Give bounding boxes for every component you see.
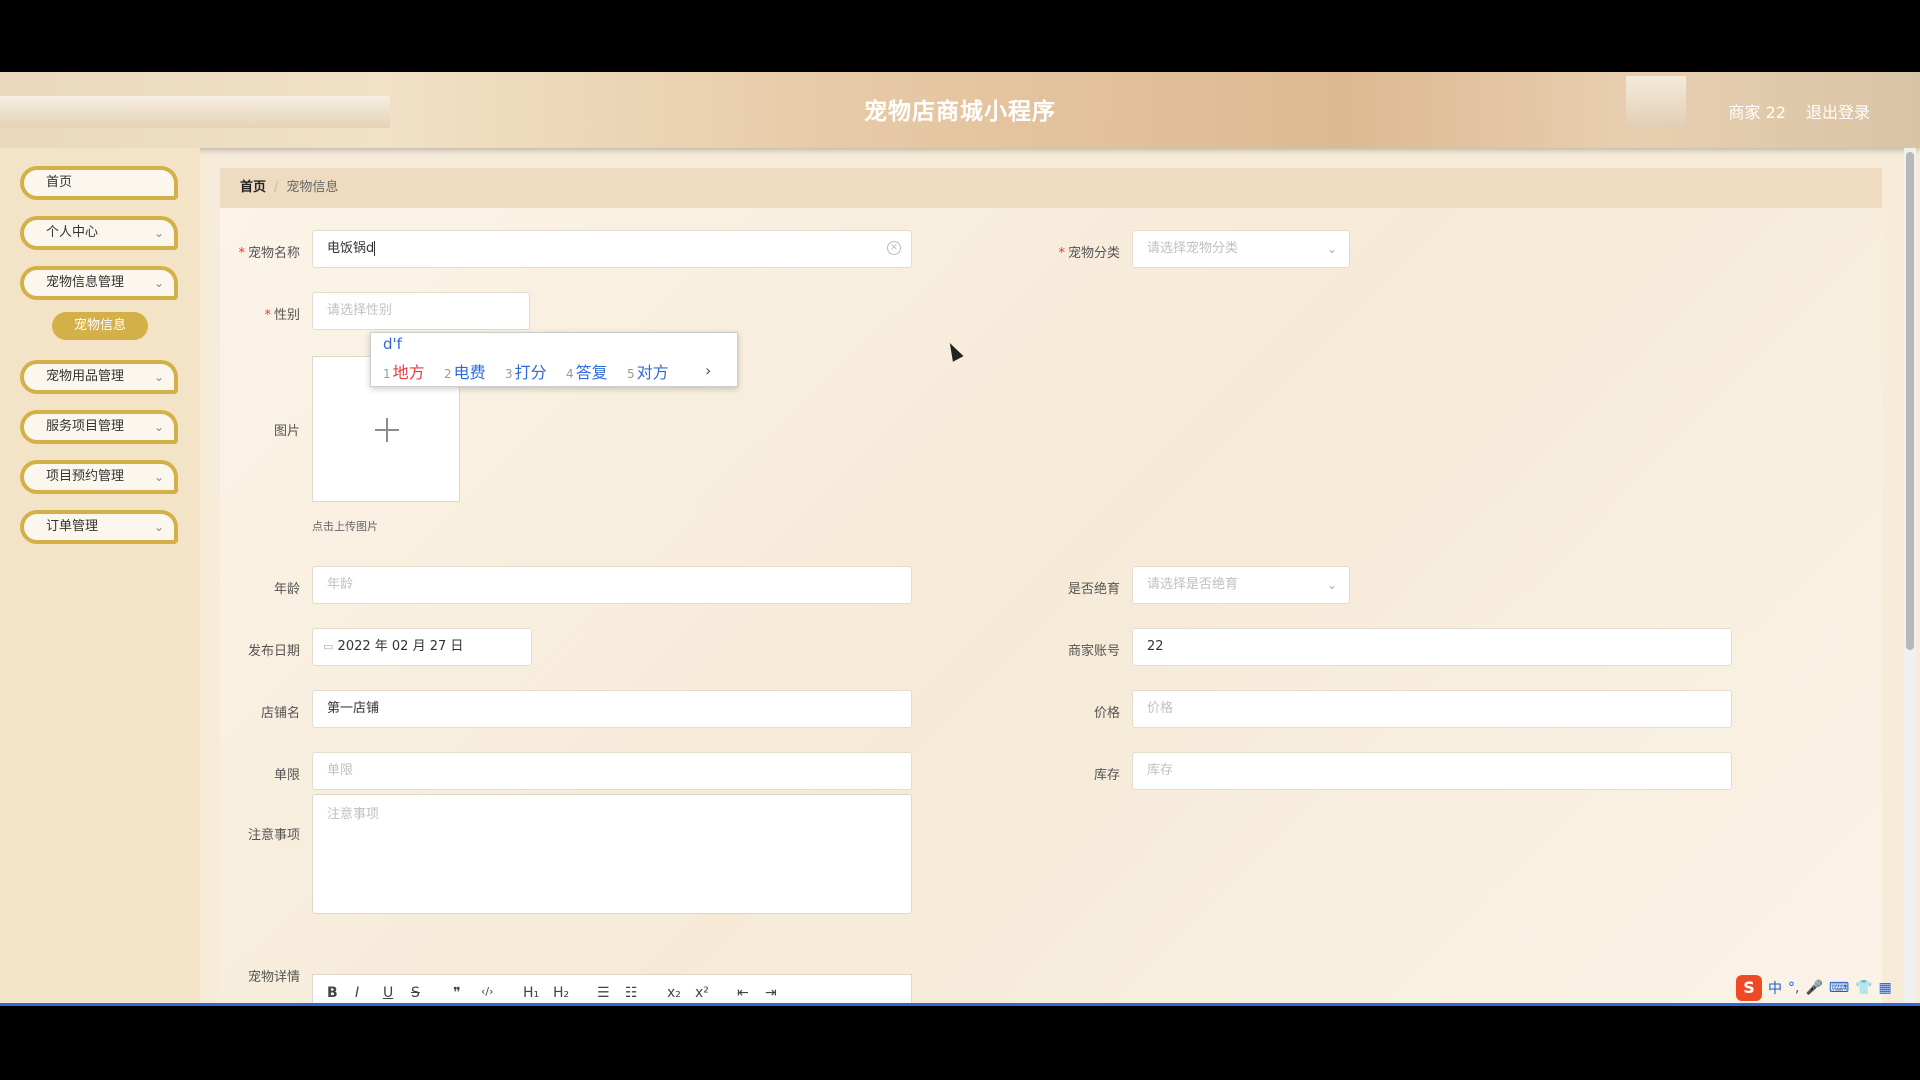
strikethrough-icon[interactable]: S (411, 985, 420, 1001)
ime-candidate[interactable]: 3 打分 (505, 359, 547, 383)
limit-label: 单限 (273, 768, 300, 783)
ime-candidate[interactable]: 4 答复 (566, 359, 608, 383)
gender-label: * 性别 (264, 308, 300, 323)
age-label: 年龄 (273, 582, 300, 597)
details-label: 宠物详情 (247, 970, 300, 985)
pet-category-label: * 宠物分类 (1058, 246, 1120, 261)
ime-candidate[interactable]: 2 电费 (444, 359, 486, 383)
skin-icon[interactable]: 👕 (1855, 980, 1872, 996)
sidebar-item-label: 服务项目管理 (46, 419, 125, 434)
sterilized-select[interactable]: 请选择是否绝育 ⌄ (1132, 566, 1350, 604)
heading-1-icon[interactable]: H₁ (523, 985, 539, 1001)
sidebar-item-label: 订单管理 (46, 519, 99, 534)
image-label: 图片 (273, 424, 300, 439)
sidebar-item-label: 首页 (46, 175, 73, 190)
sidebar-subitem-pet-info[interactable]: 宠物信息 (52, 312, 148, 340)
sidebar-item-order-management[interactable]: 订单管理 ⌄ (20, 510, 178, 544)
current-user: 商家 22 (1728, 103, 1786, 122)
bold-icon[interactable]: B (327, 985, 338, 1001)
breadcrumb: 首页 / 宠物信息 (220, 168, 1882, 208)
top-header: 宠物店商城小程序 商家 22 退出登录 (0, 72, 1920, 148)
notes-label: 注意事项 (247, 828, 300, 843)
outdent-icon[interactable]: ⇤ (737, 985, 749, 1001)
ime-candidate[interactable]: 1 地方 (383, 359, 425, 383)
merchant-account-label: 商家账号 (1067, 644, 1120, 659)
publish-date-picker[interactable]: ▭ 2022 年 02 月 27 日 (312, 628, 532, 666)
code-block-icon[interactable]: ‹/› (481, 985, 494, 998)
sidebar-item-pet-supplies-management[interactable]: 宠物用品管理 ⌄ (20, 360, 178, 394)
chevron-down-icon: ⌄ (153, 276, 164, 290)
ime-status-bar: S 中 °, 🎤 ⌨ 👕 ▦ (1736, 975, 1892, 1001)
sidebar-item-label: 个人中心 (46, 225, 99, 240)
sidebar-item-label: 项目预约管理 (46, 469, 125, 484)
subscript-icon[interactable]: x₂ (667, 985, 681, 1001)
app-window: 宠物店商城小程序 商家 22 退出登录 首页 个人中心 ⌄ 宠物信息管理 ⌄ 宠… (0, 72, 1920, 1006)
breadcrumb-home[interactable]: 首页 (240, 180, 266, 195)
sidebar-item-booking-management[interactable]: 项目预约管理 ⌄ (20, 460, 178, 494)
stock-input[interactable]: 库存 (1132, 752, 1732, 790)
chevron-down-icon: ⌄ (153, 226, 164, 240)
chevron-down-icon: ⌄ (153, 420, 164, 434)
page-scrollbar-thumb[interactable] (1906, 152, 1914, 650)
sidebar-item-home[interactable]: 首页 (20, 166, 178, 200)
gender-select[interactable]: 请选择性别 (312, 292, 530, 330)
punctuation-icon[interactable]: °, (1788, 980, 1799, 996)
sidebar-item-label: 宠物信息管理 (46, 275, 125, 290)
ime-candidate[interactable]: 5 对方 (627, 359, 669, 383)
sidebar-item-service-management[interactable]: 服务项目管理 ⌄ (20, 410, 178, 444)
price-input[interactable]: 价格 (1132, 690, 1732, 728)
chinese-mode-icon[interactable]: 中 (1768, 978, 1782, 998)
ime-candidate-popup: d'f 1 地方 2 电费 3 打分 4 答复 5 对方 › (370, 332, 738, 387)
pet-category-select[interactable]: 请选择宠物分类 ⌄ (1132, 230, 1350, 268)
chevron-down-icon: ⌄ (1326, 578, 1337, 592)
keyboard-icon[interactable]: ⌨ (1829, 980, 1849, 996)
sogou-logo-icon[interactable]: S (1736, 975, 1762, 1001)
shop-name-label: 店铺名 (260, 706, 300, 721)
calendar-icon: ▭ (323, 640, 334, 653)
heading-2-icon[interactable]: H₂ (553, 985, 569, 1001)
stock-label: 库存 (1093, 768, 1120, 783)
chevron-down-icon: ⌄ (153, 520, 164, 534)
rich-text-toolbar: B I U S ❞ ‹/› H₁ H₂ ☰ ☷ x₂ x² ⇤ ⇥ (312, 974, 912, 1006)
blockquote-icon[interactable]: ❞ (453, 985, 461, 1001)
limit-input[interactable]: 单限 (312, 752, 912, 790)
chevron-down-icon: ⌄ (153, 370, 164, 384)
ime-next-page-icon[interactable]: › (705, 361, 711, 380)
sidebar-item-personal-center[interactable]: 个人中心 ⌄ (20, 216, 178, 250)
upload-tip: 点击上传图片 (312, 520, 378, 533)
chevron-down-icon: ⌄ (1326, 242, 1337, 256)
bullet-list-icon[interactable]: ☷ (625, 985, 638, 1001)
breadcrumb-current: 宠物信息 (286, 180, 339, 195)
logout-link[interactable]: 退出登录 (1806, 99, 1870, 123)
shop-name-input[interactable]: 第一店铺 (312, 690, 912, 728)
age-input[interactable]: 年龄 (312, 566, 912, 604)
ime-composition: d'f (383, 335, 402, 353)
merchant-account-input[interactable]: 22 (1132, 628, 1732, 666)
price-label: 价格 (1093, 706, 1120, 721)
sidebar: 首页 个人中心 ⌄ 宠物信息管理 ⌄ 宠物信息 宠物用品管理 ⌄ 服务项目管理 … (0, 148, 200, 1006)
sterilized-label: 是否绝育 (1067, 582, 1120, 597)
chevron-down-icon: ⌄ (153, 470, 164, 484)
bottom-accent-line (0, 1003, 1920, 1006)
toolbox-icon[interactable]: ▦ (1879, 980, 1892, 996)
breadcrumb-separator: / (274, 180, 279, 195)
italic-icon[interactable]: I (355, 985, 359, 1001)
pet-name-input[interactable]: 电饭锅d ✕ (312, 230, 912, 268)
publish-date-label: 发布日期 (247, 644, 300, 659)
underline-icon[interactable]: U (383, 985, 393, 1001)
notes-textarea[interactable]: 注意事项 (312, 794, 912, 914)
ordered-list-icon[interactable]: ☰ (597, 985, 610, 1001)
superscript-icon[interactable]: x² (695, 985, 709, 1001)
indent-icon[interactable]: ⇥ (765, 985, 777, 1001)
microphone-icon[interactable]: 🎤 (1805, 980, 1822, 996)
app-title: 宠物店商城小程序 (864, 99, 1056, 125)
clear-icon[interactable]: ✕ (887, 241, 901, 255)
sidebar-item-pet-info-management[interactable]: 宠物信息管理 ⌄ (20, 266, 178, 300)
sidebar-item-label: 宠物用品管理 (46, 369, 125, 384)
pet-name-label: * 宠物名称 (238, 246, 300, 261)
